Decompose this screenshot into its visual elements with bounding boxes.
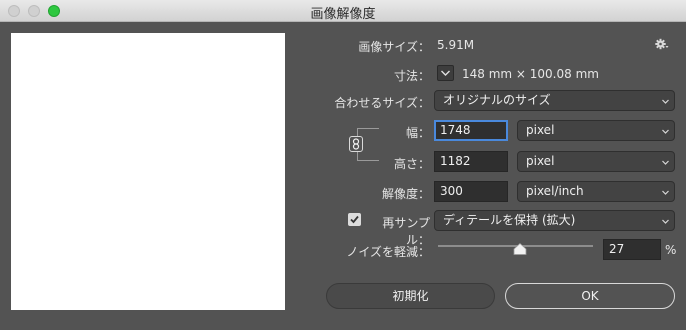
- checkmark-icon: [350, 215, 359, 224]
- resolution-unit-select[interactable]: pixel/inch: [517, 181, 675, 202]
- chevron-down-icon: [441, 70, 450, 76]
- resolution-input[interactable]: 300: [434, 181, 508, 202]
- image-preview[interactable]: [11, 33, 285, 310]
- link-bracket-top-vertical: [357, 128, 358, 136]
- noise-unit: %: [665, 243, 677, 257]
- dimensions-unit-toggle[interactable]: [437, 65, 454, 81]
- chevron-down-icon: [662, 219, 669, 224]
- height-label: 高さ：: [393, 157, 430, 171]
- image-size-dialog: 画像解像度 画像サイズ： 5.91M 寸法： 148 mm × 100.08 m…: [0, 0, 686, 330]
- fit-to-value: オリジナルのサイズ: [443, 93, 551, 107]
- resolution-unit-value: pixel/inch: [526, 184, 584, 198]
- dimensions-value: 148 mm × 100.08 mm: [462, 67, 599, 81]
- ok-button[interactable]: OK: [505, 283, 675, 309]
- chevron-down-icon: [662, 190, 669, 195]
- image-size-label: 画像サイズ：: [358, 40, 430, 54]
- chevron-down-icon: [662, 99, 669, 104]
- width-label: 幅：: [405, 126, 430, 140]
- resample-checkbox[interactable]: [348, 213, 361, 226]
- width-unit-select[interactable]: pixel: [517, 120, 675, 141]
- dimensions-label: 寸法：: [393, 69, 430, 83]
- chevron-down-icon: [662, 129, 669, 134]
- height-unit-select[interactable]: pixel: [517, 151, 675, 172]
- resolution-label: 解像度：: [381, 187, 430, 201]
- chevron-down-icon: [662, 160, 669, 165]
- height-unit-value: pixel: [526, 154, 555, 168]
- chain-link-icon[interactable]: [349, 136, 363, 152]
- width-unit-value: pixel: [526, 123, 555, 137]
- noise-label: ノイズを軽減：: [346, 245, 430, 259]
- noise-input[interactable]: 27: [603, 239, 661, 260]
- gear-icon[interactable]: [655, 38, 669, 53]
- width-input[interactable]: 1748: [434, 120, 508, 141]
- resample-method-value: ディテールを保持 (拡大): [443, 213, 576, 227]
- height-input[interactable]: 1182: [434, 151, 508, 172]
- fit-to-label: 合わせるサイズ：: [334, 96, 430, 110]
- image-size-value: 5.91M: [437, 38, 475, 52]
- title-bar: 画像解像度: [0, 0, 686, 22]
- resample-method-select[interactable]: ディテールを保持 (拡大): [434, 210, 675, 231]
- reset-button[interactable]: 初期化: [326, 283, 495, 309]
- link-bracket-bottom-vertical: [357, 152, 358, 160]
- fit-to-select[interactable]: オリジナルのサイズ: [434, 90, 675, 111]
- noise-slider-thumb[interactable]: [513, 242, 527, 258]
- window-title: 画像解像度: [310, 7, 376, 22]
